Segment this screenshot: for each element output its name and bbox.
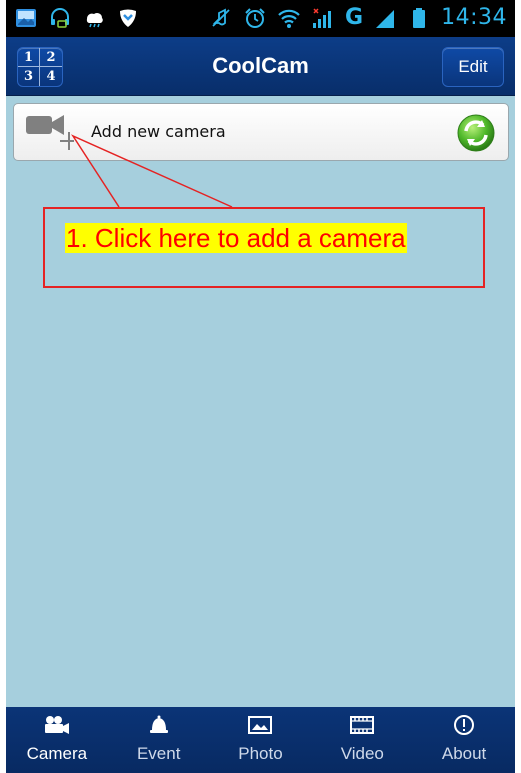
clock-time: 14:34 <box>441 5 507 30</box>
camera-list-area: Add new camera 1. Click here to add a ca… <box>6 96 515 707</box>
network-type-label: G <box>345 5 364 30</box>
camera-icon <box>44 714 70 736</box>
mute-icon <box>209 6 233 30</box>
nav-about-label: About <box>441 744 487 763</box>
add-camera-icon <box>24 110 78 154</box>
nav-video[interactable]: Video <box>311 707 413 773</box>
status-right-icons: G 14:34 <box>209 5 507 30</box>
status-left-icons <box>14 6 140 30</box>
signal-icon <box>311 6 335 30</box>
nav-about[interactable]: About <box>413 707 515 773</box>
status-bar: G 14:34 <box>6 0 515 37</box>
annotation-text: 1. Click here to add a camera <box>65 223 407 253</box>
signal-strength-icon <box>373 6 397 30</box>
bell-icon <box>146 714 172 736</box>
title-bar: 1 2 3 4 CoolCam Edit <box>6 37 515 96</box>
weather-icon <box>82 6 106 30</box>
alarm-icon <box>243 6 267 30</box>
app-notification-icon <box>14 6 38 30</box>
grid-label-1: 1 <box>18 48 40 67</box>
add-camera-row[interactable]: Add new camera <box>13 103 509 161</box>
wifi-icon <box>277 6 301 30</box>
nav-video-label: Video <box>340 744 384 763</box>
nav-event[interactable]: Event <box>108 707 210 773</box>
grid-label-3: 3 <box>18 67 40 86</box>
edit-button[interactable]: Edit <box>442 47 504 87</box>
annotation-callout: 1. Click here to add a camera <box>43 207 485 288</box>
nav-photo[interactable]: Photo <box>210 707 312 773</box>
grid-label-4: 4 <box>46 69 56 84</box>
phone-screen: G 14:34 1 2 3 4 CoolCam Edit Add new cam… <box>6 0 515 773</box>
shield-icon <box>116 6 140 30</box>
nav-photo-label: Photo <box>238 744 283 763</box>
refresh-icon[interactable] <box>456 113 496 153</box>
headset-icon <box>48 6 72 30</box>
grid-view-button[interactable]: 1 2 3 4 <box>17 47 63 87</box>
battery-icon <box>407 6 431 30</box>
bottom-nav: Camera Event Photo Video About <box>6 707 515 773</box>
film-icon <box>349 714 375 736</box>
grid-label-2: 2 <box>40 48 62 67</box>
info-icon <box>451 714 477 736</box>
nav-event-label: Event <box>136 744 181 763</box>
callout-pointer <box>70 134 233 208</box>
add-camera-label: Add new camera <box>91 122 226 141</box>
nav-camera[interactable]: Camera <box>6 707 108 773</box>
nav-camera-label: Camera <box>26 744 88 763</box>
page-title: CoolCam <box>212 53 309 78</box>
photo-icon <box>247 714 273 736</box>
